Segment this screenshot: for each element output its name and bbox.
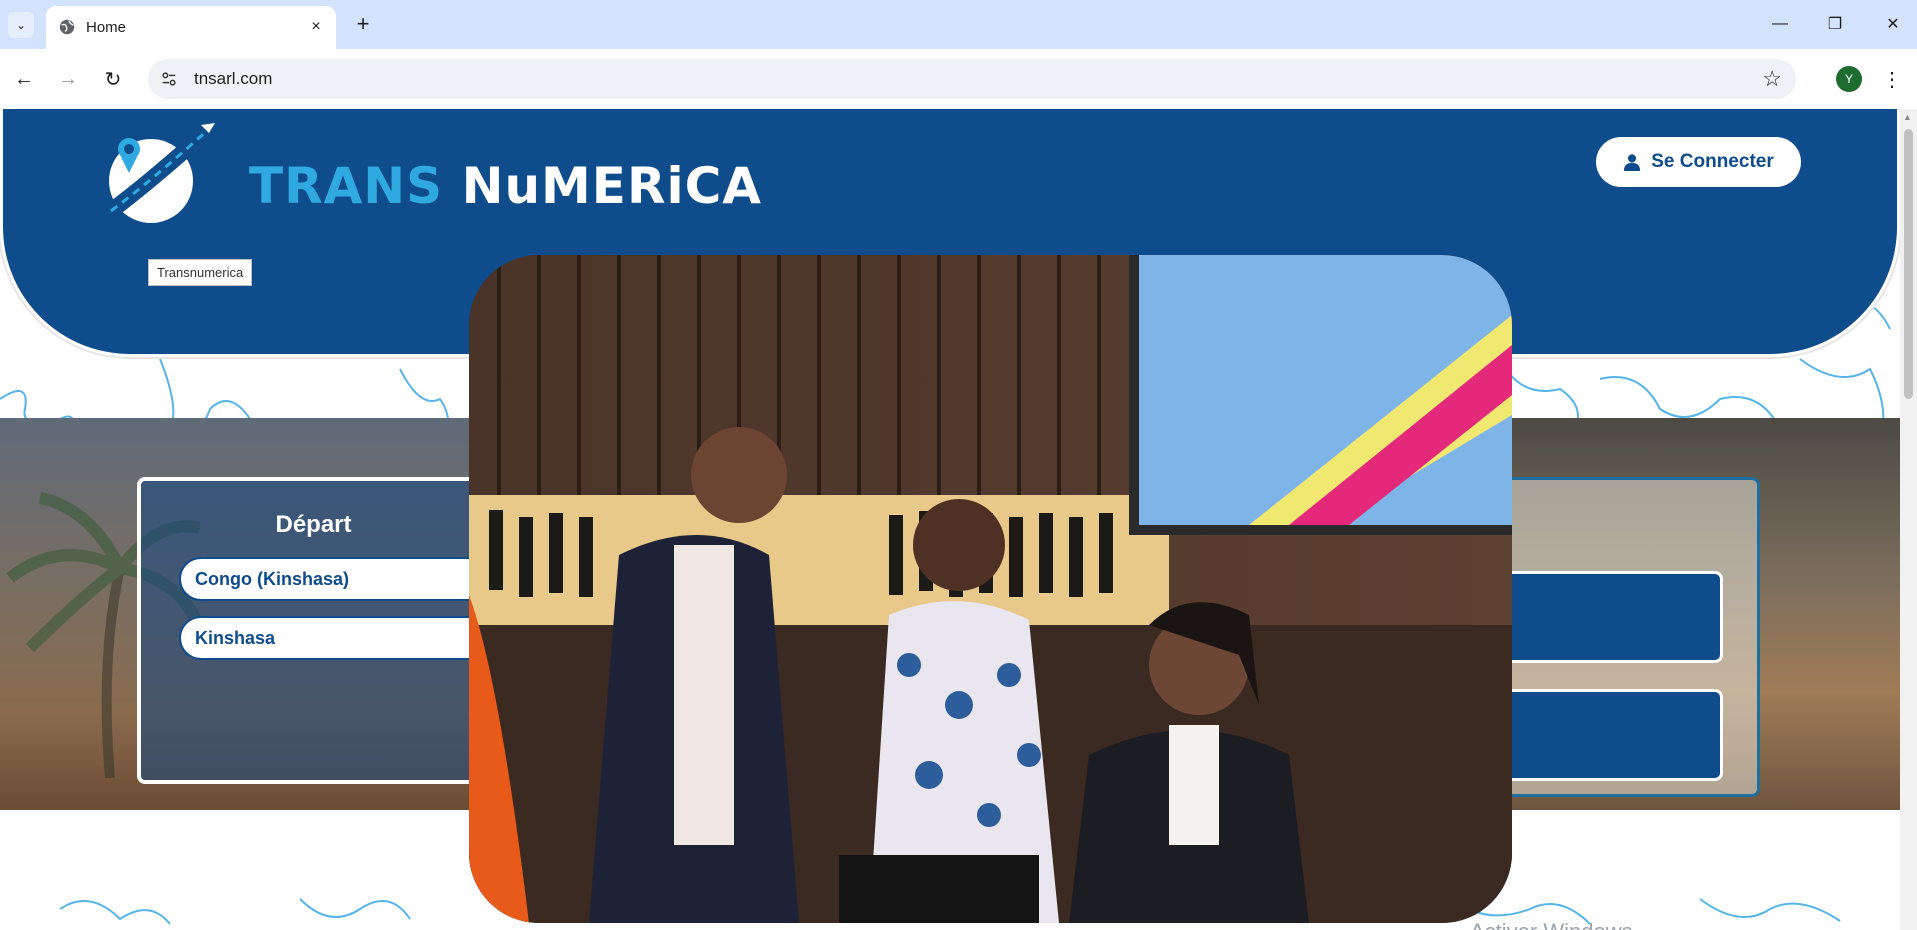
close-window-button[interactable]: ✕: [1873, 10, 1913, 38]
forward-button[interactable]: →: [52, 63, 84, 95]
page-scrollbar[interactable]: ▲: [1900, 109, 1917, 930]
brand-word-numerica: NuMERiCA: [461, 157, 762, 215]
address-bar[interactable]: tnsarl.com ☆: [148, 59, 1796, 99]
team-photo: [469, 255, 1512, 923]
right-form-button-2[interactable]: [1505, 689, 1723, 781]
chevron-down-icon: ⌄: [15, 18, 27, 32]
brand-word-trans: TRANS: [249, 157, 444, 215]
tab-home[interactable]: Home ×: [46, 6, 336, 49]
new-tab-button[interactable]: +: [350, 11, 376, 37]
browser-menu-icon[interactable]: ⋮: [1880, 63, 1904, 95]
browser-toolbar: ← → ↻ tnsarl.com ☆ Y ⋮: [0, 49, 1917, 109]
tab-search-button[interactable]: ⌄: [8, 12, 34, 38]
depart-heading: Départ: [275, 511, 352, 538]
scrollbar-thumb[interactable]: [1904, 129, 1913, 399]
tab-title: Home: [86, 19, 127, 36]
user-icon: [1624, 154, 1641, 171]
team-photo-illustration: [469, 255, 1512, 923]
right-form-button-1[interactable]: [1505, 571, 1723, 663]
profile-avatar[interactable]: Y: [1836, 66, 1862, 92]
browser-tab-strip: ⌄ Home × + — ❐ ✕: [0, 0, 1917, 49]
minimize-button[interactable]: —: [1760, 10, 1800, 38]
reload-button[interactable]: ↻: [97, 63, 129, 95]
login-button[interactable]: Se Connecter: [1596, 137, 1801, 187]
restore-button[interactable]: ❐: [1815, 10, 1855, 38]
login-button-label: Se Connecter: [1651, 151, 1774, 172]
bookmark-star-icon[interactable]: ☆: [1762, 66, 1782, 92]
globe-icon: [59, 19, 75, 35]
logo-tooltip: Transnumerica: [148, 259, 253, 286]
departure-country-field[interactable]: Congo (Kinshasa): [179, 557, 499, 601]
transnumerica-logo-icon[interactable]: [91, 121, 221, 231]
back-button[interactable]: ←: [8, 63, 40, 95]
tab-close-icon[interactable]: ×: [306, 17, 326, 37]
site-settings-icon[interactable]: [160, 70, 178, 88]
page-viewport: TRANS NuMERiCA Transnumerica Se Connecte…: [0, 109, 1900, 930]
search-form-card: Départ Congo (Kinshasa) Kinshasa: [137, 477, 499, 784]
windows-activation-watermark: Activer Windows: [1470, 919, 1633, 930]
departure-city-field[interactable]: Kinshasa: [179, 616, 499, 660]
url-text: tnsarl.com: [194, 69, 273, 88]
scroll-up-arrow-icon[interactable]: ▲: [1903, 112, 1912, 122]
brand-wordmark[interactable]: TRANS NuMERiCA: [249, 157, 762, 215]
